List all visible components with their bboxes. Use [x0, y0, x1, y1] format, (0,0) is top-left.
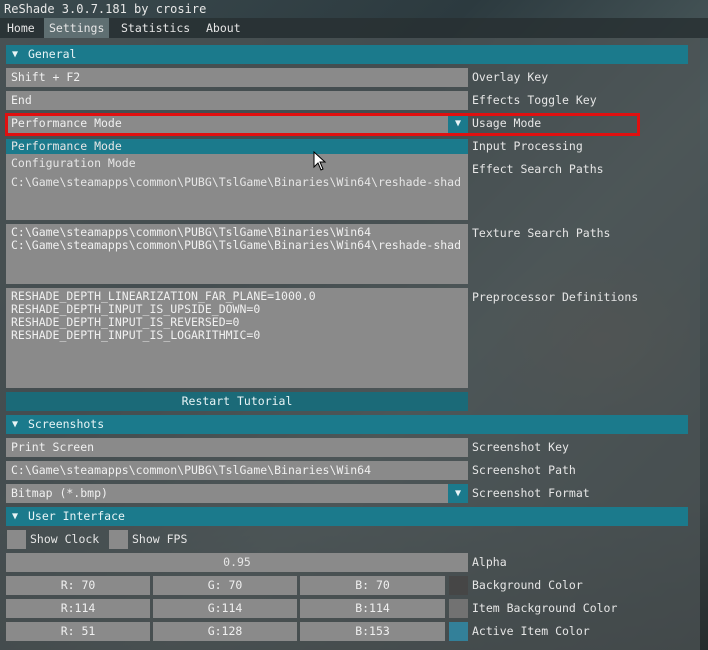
show-clock-label: Show Clock — [30, 532, 100, 546]
menu-bar: Home Settings Statistics About — [0, 18, 708, 38]
collapse-arrow-icon: ▼ — [12, 49, 19, 60]
menu-statistics[interactable]: Statistics — [116, 18, 195, 38]
effects-toggle-key-field[interactable]: End — [6, 91, 468, 110]
alpha-label: Alpha — [472, 555, 507, 569]
texture-path-line: C:\Game\steamapps\common\PUBG\TslGame\Bi… — [11, 238, 462, 252]
overlay-key-field[interactable]: Shift + F2 — [6, 68, 468, 87]
texture-search-paths-input[interactable]: C:\Game\steamapps\common\PUBG\TslGame\Bi… — [6, 224, 468, 284]
background-color-label: Background Color — [472, 578, 583, 592]
screenshot-key-field[interactable]: Print Screen — [6, 438, 468, 457]
screenshot-key-label: Screenshot Key — [472, 440, 569, 454]
usage-mode-popup: Performance Mode Configuration Mode C:\G… — [6, 139, 468, 220]
definition-line: RESHADE_DEPTH_INPUT_IS_LOGARITHMIC=0 — [11, 328, 261, 342]
item-background-color-swatch[interactable] — [449, 599, 468, 618]
active-item-color-b[interactable]: B:153 — [300, 622, 445, 641]
menu-settings[interactable]: Settings — [44, 18, 110, 38]
background-color-swatch[interactable] — [449, 576, 468, 595]
active-item-color-label: Active Item Color — [472, 624, 590, 638]
background-color-b[interactable]: B: 70 — [300, 576, 445, 595]
overlay-key-label: Overlay Key — [472, 70, 549, 84]
background-color-g[interactable]: G: 70 — [153, 576, 297, 595]
menu-about[interactable]: About — [201, 18, 246, 38]
preprocessor-definitions-input[interactable]: RESHADE_DEPTH_LINEARIZATION_FAR_PLANE=10… — [6, 288, 468, 388]
mouse-cursor-icon — [313, 151, 327, 171]
effect-search-paths-label: Effect Search Paths — [472, 162, 604, 176]
screenshot-path-label: Screenshot Path — [472, 463, 576, 477]
effect-search-paths-value[interactable]: C:\Game\steamapps\common\PUBG\TslGame\Bi… — [6, 175, 468, 190]
dropdown-arrow-icon[interactable]: ▼ — [448, 484, 468, 503]
usage-mode-highlight-box — [5, 113, 640, 136]
restart-tutorial-button[interactable]: Restart Tutorial — [6, 392, 468, 411]
background-color-r[interactable]: R: 70 — [6, 576, 150, 595]
general-section-label: General — [28, 47, 77, 61]
texture-search-paths-label: Texture Search Paths — [472, 226, 611, 240]
screenshot-format-value: Bitmap (*.bmp) — [11, 486, 108, 500]
user-interface-section-header[interactable]: ▼ User Interface — [6, 507, 688, 526]
preprocessor-definitions-label: Preprocessor Definitions — [472, 290, 639, 304]
item-background-color-label: Item Background Color — [472, 601, 618, 615]
active-item-color-swatch[interactable] — [449, 622, 468, 641]
collapse-arrow-icon: ▼ — [12, 511, 19, 522]
option-configuration-mode[interactable]: Configuration Mode — [6, 156, 468, 171]
window-title: ReShade 3.0.7.181 by crosire — [4, 2, 207, 16]
screenshots-section-label: Screenshots — [28, 417, 105, 431]
screenshot-format-dropdown[interactable]: Bitmap (*.bmp) ▼ — [6, 484, 468, 503]
show-clock-checkbox[interactable] — [7, 530, 26, 549]
alpha-slider[interactable]: 0.95 — [6, 553, 468, 572]
item-background-color-r[interactable]: R:114 — [6, 599, 150, 618]
item-background-color-g[interactable]: G:114 — [153, 599, 297, 618]
effects-toggle-key-label: Effects Toggle Key — [472, 93, 597, 107]
screenshot-path-field[interactable]: C:\Game\steamapps\common\PUBG\TslGame\Bi… — [6, 461, 468, 480]
item-background-color-b[interactable]: B:114 — [300, 599, 445, 618]
active-item-color-g[interactable]: G:128 — [153, 622, 297, 641]
menu-home[interactable]: Home — [2, 18, 40, 38]
option-performance-mode[interactable]: Performance Mode — [6, 139, 468, 154]
input-processing-label: Input Processing — [472, 139, 583, 153]
screenshots-section-header[interactable]: ▼ Screenshots — [6, 415, 688, 434]
active-item-color-r[interactable]: R: 51 — [6, 622, 150, 641]
show-fps-label: Show FPS — [132, 532, 188, 546]
general-section-header[interactable]: ▼ General — [6, 45, 688, 64]
show-fps-checkbox[interactable] — [109, 530, 128, 549]
screenshot-format-label: Screenshot Format — [472, 486, 590, 500]
user-interface-section-label: User Interface — [28, 509, 125, 523]
collapse-arrow-icon: ▼ — [12, 419, 19, 430]
